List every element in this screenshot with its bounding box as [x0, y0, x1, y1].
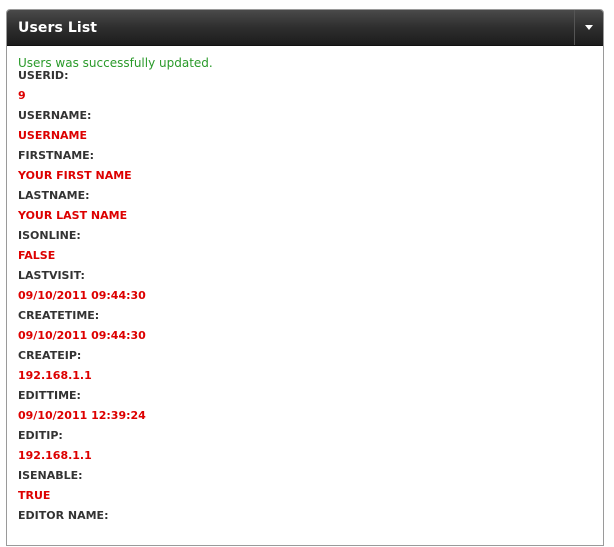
field-label-username: USERNAME: — [18, 109, 92, 122]
field-label-edittime: EDITTIME: — [18, 389, 81, 402]
field-label-isonline: ISONLINE: — [18, 229, 81, 242]
field-value-isonline: FALSE — [18, 249, 56, 262]
field-label-firstname: FIRSTNAME: — [18, 149, 95, 162]
field-value-editor-name — [18, 530, 592, 545]
chevron-down-icon — [585, 25, 593, 30]
user-details: USERID: 9 USERNAME: USERNAME FIRSTNAME: … — [18, 69, 592, 545]
panel-header: Users List — [7, 10, 603, 46]
field-value-userid: 9 — [18, 89, 26, 102]
field-value-createip: 192.168.1.1 — [18, 369, 92, 382]
field-label-editor-name: EDITOR NAME: — [18, 509, 109, 522]
field-label-createip: CREATEIP: — [18, 349, 82, 362]
field-value-edittime: 09/10/2011 12:39:24 — [18, 409, 146, 422]
collapse-toggle-button[interactable] — [574, 10, 603, 45]
field-value-isenable: TRUE — [18, 489, 51, 502]
panel-body: Users was successfully updated. USERID: … — [7, 46, 603, 545]
field-label-editip: EDITIP: — [18, 429, 63, 442]
users-list-panel: Users List Users was successfully update… — [6, 9, 604, 546]
success-message: Users was successfully updated. — [18, 56, 213, 70]
field-label-userid: USERID: — [18, 69, 69, 82]
field-value-firstname: YOUR FIRST NAME — [18, 169, 132, 182]
field-value-editip: 192.168.1.1 — [18, 449, 92, 462]
field-value-username: USERNAME — [18, 129, 88, 142]
field-value-lastname: YOUR LAST NAME — [18, 209, 128, 222]
field-label-lastvisit: LASTVISIT: — [18, 269, 85, 282]
field-value-createtime: 09/10/2011 09:44:30 — [18, 329, 146, 342]
field-label-lastname: LASTNAME: — [18, 189, 90, 202]
field-label-createtime: CREATETIME: — [18, 309, 100, 322]
panel-title: Users List — [18, 20, 98, 36]
field-value-lastvisit: 09/10/2011 09:44:30 — [18, 289, 146, 302]
field-label-isenable: ISENABLE: — [18, 469, 83, 482]
